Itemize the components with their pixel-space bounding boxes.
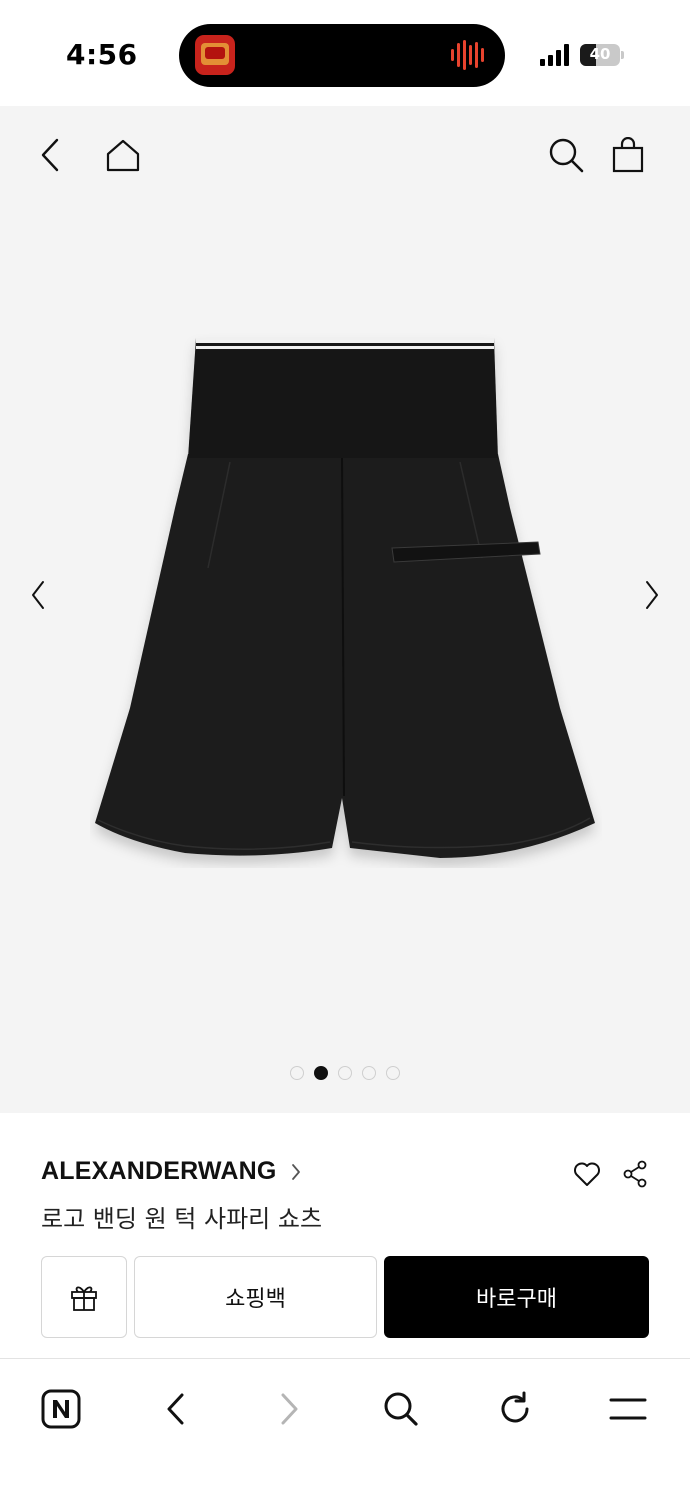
brand-name: ALEXANDERWANG <box>41 1157 277 1185</box>
wishlist-button[interactable] <box>569 1156 605 1192</box>
browser-toolbar <box>0 1358 690 1500</box>
search-icon <box>549 138 584 173</box>
gift-icon <box>71 1286 97 1311</box>
browser-reload-button[interactable] <box>487 1381 543 1437</box>
back-icon <box>167 1393 184 1425</box>
product-image <box>95 338 595 858</box>
browser-forward-button[interactable] <box>262 1381 318 1437</box>
pagination-dot[interactable] <box>386 1066 400 1080</box>
back-chevron-icon <box>41 138 59 172</box>
pagination-dot[interactable] <box>290 1066 304 1080</box>
buy-now-label: 바로구매 <box>476 1287 557 1312</box>
back-button[interactable] <box>27 131 75 179</box>
home-button[interactable] <box>99 131 147 179</box>
status-bar: 4:56 40 <box>0 0 690 106</box>
browser-search-button[interactable] <box>373 1381 429 1437</box>
chevron-right-icon <box>646 581 658 609</box>
image-pagination[interactable] <box>0 1066 690 1080</box>
browser-back-button[interactable] <box>147 1381 203 1437</box>
home-icon <box>106 139 140 172</box>
pagination-dot[interactable] <box>362 1066 376 1080</box>
cellular-signal-icon <box>540 44 569 66</box>
product-title: 로고 밴딩 원 턱 사파리 쇼츠 <box>41 1205 323 1233</box>
brand-link[interactable]: ALEXANDERWANG <box>41 1157 301 1186</box>
battery-percent: 40 <box>589 45 611 63</box>
pagination-dot-active[interactable] <box>314 1066 328 1080</box>
gift-button[interactable] <box>41 1256 127 1338</box>
naver-n-icon <box>41 1389 81 1429</box>
dynamic-island[interactable] <box>179 24 505 87</box>
chevron-left-icon <box>32 581 44 609</box>
audio-wave-icon <box>451 40 484 70</box>
next-image-button[interactable] <box>632 565 672 625</box>
search-icon <box>384 1392 418 1426</box>
search-button[interactable] <box>542 131 590 179</box>
add-to-cart-button[interactable]: 쇼핑백 <box>134 1256 377 1338</box>
prev-image-button[interactable] <box>18 565 58 625</box>
pagination-dot[interactable] <box>338 1066 352 1080</box>
add-to-cart-label: 쇼핑백 <box>225 1287 286 1312</box>
shopping-bag-icon <box>612 137 644 173</box>
naver-home-button[interactable] <box>33 1381 89 1437</box>
share-icon <box>623 1160 647 1188</box>
status-time: 4:56 <box>66 38 138 71</box>
buy-now-button[interactable]: 바로구매 <box>384 1256 649 1338</box>
shopping-bag-button[interactable] <box>604 131 652 179</box>
menu-icon <box>609 1398 647 1420</box>
forward-icon <box>281 1393 298 1425</box>
reload-icon <box>501 1391 529 1423</box>
battery-icon: 40 <box>580 44 624 66</box>
product-info: ALEXANDERWANG 로고 밴딩 원 턱 사파리 쇼츠 쇼핑백 바로구매 <box>0 1113 690 1358</box>
product-gallery[interactable] <box>0 106 690 1113</box>
heart-icon <box>574 1162 600 1186</box>
share-button[interactable] <box>617 1156 653 1192</box>
chevron-right-icon <box>291 1163 300 1180</box>
tv-app-icon <box>195 35 235 75</box>
browser-menu-button[interactable] <box>600 1381 656 1437</box>
